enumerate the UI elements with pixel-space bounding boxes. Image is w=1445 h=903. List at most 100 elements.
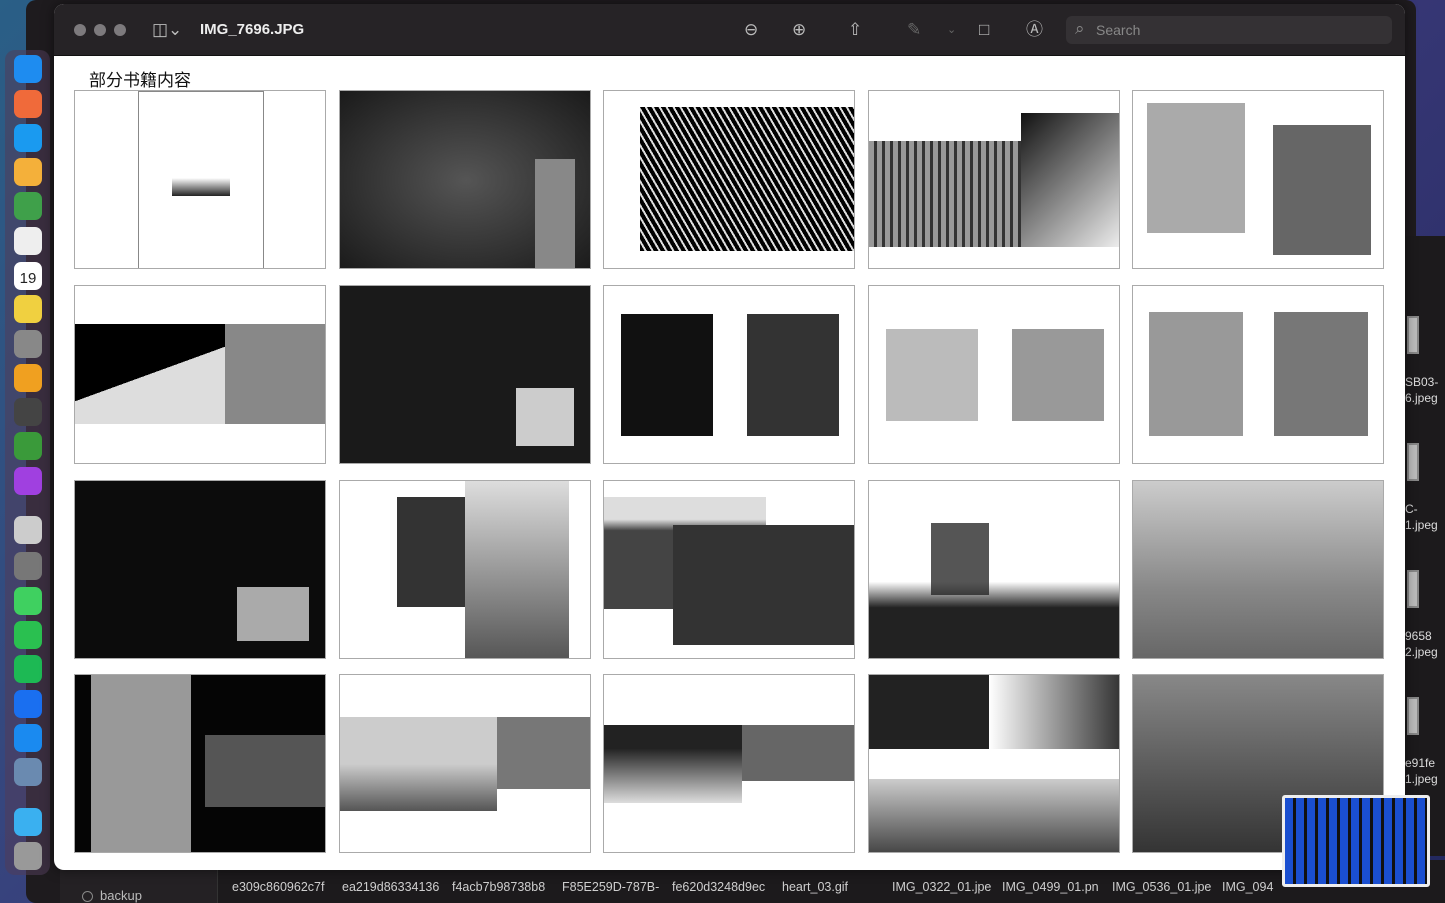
page-thumbnail[interactable] (603, 285, 855, 464)
page-thumbnail[interactable] (1132, 285, 1384, 464)
photo (1274, 312, 1368, 436)
right-file-column: SB03- 6.jpeg C- 1.jpeg 9658 2.jpeg e91fe 1.jpeg (1405, 236, 1445, 856)
pages-icon[interactable] (14, 364, 42, 392)
photo (91, 675, 191, 852)
search-input[interactable]: Search (1066, 16, 1392, 44)
photo (1273, 125, 1371, 255)
settings-icon[interactable] (14, 330, 42, 358)
spotify-icon[interactable] (14, 655, 42, 683)
file-name[interactable]: F85E259D-787B- (562, 880, 662, 894)
file-name[interactable]: e309c860962c7f (232, 880, 332, 894)
page-thumbnail[interactable] (603, 674, 855, 853)
photo (869, 573, 1119, 658)
file-name[interactable]: 1.jpeg (1405, 517, 1438, 533)
zoom-out-icon[interactable]: ⊖ (744, 20, 758, 40)
rotate-icon[interactable]: □ (979, 20, 989, 40)
page-thumbnail[interactable] (74, 674, 326, 853)
markup-pen-icon[interactable]: ✎ (907, 20, 921, 40)
file-name[interactable]: IMG_0499_01.pn (1002, 880, 1102, 894)
chevron-down-icon[interactable]: ⌄ (947, 20, 956, 40)
page-thumbnail[interactable] (868, 674, 1120, 853)
file-name[interactable]: e91fe (1405, 755, 1435, 771)
sidebar-toggle-icon[interactable]: ◫⌄ (152, 20, 182, 40)
photo (172, 178, 230, 196)
photo (604, 725, 742, 803)
zoom-in-icon[interactable]: ⊕ (792, 20, 806, 40)
file-name[interactable]: 2.jpeg (1405, 644, 1438, 660)
page-thumbnail[interactable] (74, 285, 326, 464)
photos-icon[interactable] (14, 158, 42, 186)
file-name[interactable]: fe620d3248d9ec (672, 880, 772, 894)
file-thumbnail[interactable] (1407, 697, 1419, 735)
app-icon[interactable] (14, 690, 42, 718)
safari-icon[interactable] (14, 124, 42, 152)
wechat-icon[interactable] (14, 621, 42, 649)
photo (1021, 113, 1119, 247)
file-thumbnail[interactable] (1407, 570, 1419, 608)
app-store-icon[interactable] (14, 724, 42, 752)
page-thumbnail[interactable] (339, 285, 591, 464)
file-name[interactable]: IMG_0322_01.jpe (892, 880, 992, 894)
photo (237, 587, 309, 641)
minimize-button[interactable] (94, 24, 106, 36)
page-thumbnail[interactable] (339, 480, 591, 659)
notes-icon[interactable] (14, 295, 42, 323)
calendar-icon[interactable]: 19 (14, 262, 42, 290)
launchpad-icon[interactable] (14, 90, 42, 118)
chrome-icon[interactable] (14, 432, 42, 460)
zoom-button[interactable] (114, 24, 126, 36)
page-thumbnail[interactable] (603, 90, 855, 269)
app-icon[interactable] (14, 758, 42, 786)
photo (516, 388, 574, 446)
page-thumbnail[interactable] (868, 90, 1120, 269)
page-heading: 部分书籍内容 (89, 71, 191, 90)
star-app-icon[interactable] (14, 516, 42, 544)
chrome-icon[interactable] (14, 192, 42, 220)
share-icon[interactable]: ⇧ (848, 20, 862, 40)
file-name[interactable]: 6.jpeg (1405, 390, 1438, 406)
file-name[interactable]: f4acb7b98738b8 (452, 880, 552, 894)
file-name[interactable]: IMG_0536_01.jpe (1112, 880, 1212, 894)
photo (869, 675, 989, 749)
file-names: e309c860962c7f ea219d86334136 f4acb7b98738… (232, 880, 1322, 894)
trash-icon[interactable] (14, 842, 42, 870)
photo (75, 324, 225, 424)
page-thumbnail[interactable] (603, 480, 855, 659)
photo (340, 717, 497, 811)
photo (397, 497, 465, 607)
reminders-icon[interactable] (14, 227, 42, 255)
navigator-thumbnail[interactable] (1282, 795, 1430, 887)
app-icon[interactable] (14, 552, 42, 580)
file-name[interactable]: C- (1405, 501, 1418, 517)
page-thumbnail[interactable] (868, 285, 1120, 464)
photo (1133, 481, 1383, 658)
file-name[interactable]: SB03- (1405, 374, 1438, 390)
page-thumbnail[interactable] (868, 480, 1120, 659)
page-thumbnail[interactable] (339, 674, 591, 853)
file-name[interactable]: 1.jpeg (1405, 771, 1438, 787)
file-name[interactable]: heart_03.gif (782, 880, 882, 894)
photo (869, 779, 1119, 852)
page-thumbnail[interactable] (74, 480, 326, 659)
dock: 19 (5, 50, 50, 875)
photo (1012, 329, 1104, 421)
page-thumbnail[interactable] (339, 90, 591, 269)
page-thumbnail[interactable] (74, 90, 326, 269)
file-name[interactable]: 9658 (1405, 628, 1432, 644)
file-thumbnail[interactable] (1407, 443, 1419, 481)
file-thumbnail[interactable] (1407, 316, 1419, 354)
file-name[interactable]: ea219d86334136 (342, 880, 442, 894)
sidebar-item-backup[interactable]: backup (82, 888, 142, 903)
annotate-icon[interactable]: Ⓐ (1026, 20, 1043, 40)
photo (640, 107, 854, 251)
page-thumbnail[interactable] (1132, 480, 1384, 659)
messages-icon[interactable] (14, 587, 42, 615)
podcasts-icon[interactable] (14, 467, 42, 495)
finder-icon[interactable] (14, 55, 42, 83)
close-button[interactable] (74, 24, 86, 36)
photo (742, 725, 854, 781)
folder-icon[interactable] (14, 808, 42, 836)
photo (747, 314, 839, 436)
page-thumbnail[interactable] (1132, 90, 1384, 269)
calculator-icon[interactable] (14, 398, 42, 426)
